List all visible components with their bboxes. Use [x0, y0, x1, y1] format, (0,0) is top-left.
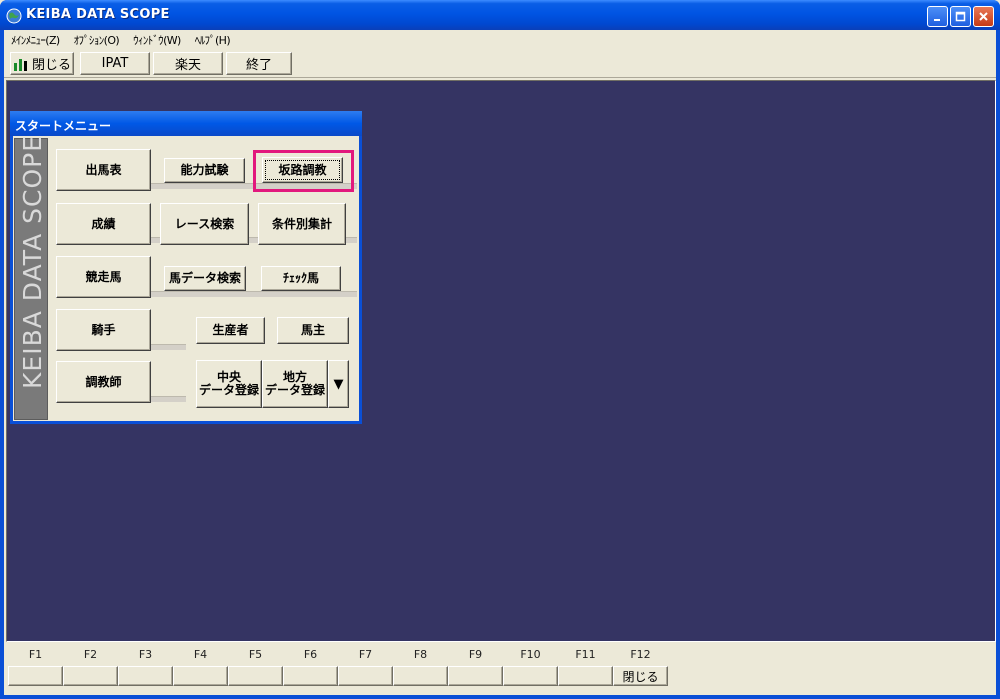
title-bar[interactable]: KEIBA DATA SCOPE [0, 0, 1000, 30]
f10-button[interactable] [503, 666, 558, 686]
close-icon [979, 12, 988, 21]
chuo-data-toroku-button[interactable]: 中央 データ登録 [196, 360, 262, 408]
f6-button[interactable] [283, 666, 338, 686]
fkey-label: F6 [303, 648, 318, 661]
fkey-label: F1 [28, 648, 43, 661]
seiseki-button[interactable]: 成績 [56, 203, 151, 245]
fkey-label: F8 [413, 648, 428, 661]
shelf [151, 344, 186, 350]
start-menu-title[interactable]: スタートメニュー [10, 111, 362, 136]
seisansha-button[interactable]: 生産者 [196, 317, 265, 344]
toolbar: 閉じる IPAT 楽天 終了 [4, 50, 996, 78]
ipat-button[interactable]: IPAT [80, 52, 150, 75]
f7-button[interactable] [338, 666, 393, 686]
menu-main[interactable]: ﾒｲﾝﾒﾆｭｰ(Z) [4, 32, 67, 48]
fkey-label: F11 [575, 648, 596, 661]
window-title: KEIBA DATA SCOPE [26, 7, 170, 22]
f5-button[interactable] [228, 666, 283, 686]
ipat-label: IPAT [101, 56, 129, 71]
start-menu-window: スタートメニュー KEIBA DATA SCOPE 出馬表 能力試験 坂路調教 … [10, 111, 362, 424]
toolbar-close-label: 閉じる [31, 58, 71, 73]
joken-shukei-button[interactable]: 条件別集計 [258, 203, 346, 245]
chiho-data-toroku-button[interactable]: 地方 データ登録 [262, 360, 328, 408]
noryoku-shiken-button[interactable]: 能力試験 [164, 158, 245, 183]
sakaro-chokyo-button[interactable]: 坂路調教 [262, 157, 343, 183]
maximize-icon [955, 11, 966, 22]
fkey-label: F2 [83, 648, 98, 661]
fkey-label: F10 [520, 648, 541, 661]
check-uma-button[interactable]: ﾁｪｯｸ馬 [261, 266, 341, 291]
mdi-workspace: スタートメニュー KEIBA DATA SCOPE 出馬表 能力試験 坂路調教 … [6, 80, 996, 642]
close-button[interactable] [973, 6, 994, 27]
kyosoba-button[interactable]: 競走馬 [56, 256, 151, 298]
f4-button[interactable] [173, 666, 228, 686]
shutsubahyo-button[interactable]: 出馬表 [56, 149, 151, 191]
toolbar-close-button[interactable]: 閉じる [10, 52, 74, 75]
banushi-button[interactable]: 馬主 [277, 317, 349, 344]
f11-button[interactable] [558, 666, 613, 686]
f8-button[interactable] [393, 666, 448, 686]
f2-button[interactable] [63, 666, 118, 686]
function-key-bar: F1 F2 F3 F4 F5 F6 F7 F8 F9 F10 F11 F12 閉… [4, 642, 996, 695]
rakuten-button[interactable]: 楽天 [153, 52, 223, 75]
uma-data-kensaku-button[interactable]: 馬データ検索 [164, 266, 246, 291]
bar-chart-icon [13, 58, 27, 71]
chuo-line2: データ登録 [198, 383, 259, 397]
menu-bar: ﾒｲﾝﾒﾆｭｰ(Z) ｵﾌﾟｼｮﾝ(O) ｳｨﾝﾄﾞｳ(W) ﾍﾙﾌﾟ(H) [4, 30, 996, 49]
rakuten-label: 楽天 [174, 58, 201, 73]
menu-help[interactable]: ﾍﾙﾌﾟ(H) [188, 32, 237, 48]
brand-strip: KEIBA DATA SCOPE [14, 135, 48, 420]
shelf [151, 396, 186, 402]
fkey-label: F7 [358, 648, 373, 661]
data-toroku-dropdown-button[interactable]: ▼ [328, 360, 349, 408]
fkey-label: F4 [193, 648, 208, 661]
globe-icon [6, 8, 22, 24]
exit-button[interactable]: 終了 [226, 52, 292, 75]
minimize-icon [934, 19, 940, 21]
shelf [151, 291, 357, 297]
brand-logo: KEIBA DATA SCOPE [18, 135, 47, 389]
chiho-line2: データ登録 [264, 383, 325, 397]
menu-option[interactable]: ｵﾌﾟｼｮﾝ(O) [67, 32, 126, 48]
fkey-label: F9 [468, 648, 483, 661]
minimize-button[interactable] [927, 6, 948, 27]
race-kensaku-button[interactable]: レース検索 [160, 203, 249, 245]
f12-close-button[interactable]: 閉じる [613, 666, 668, 686]
menu-window[interactable]: ｳｨﾝﾄﾞｳ(W) [126, 32, 188, 48]
f9-button[interactable] [448, 666, 503, 686]
app-window: KEIBA DATA SCOPE ﾒｲﾝﾒﾆｭｰ(Z) ｵﾌﾟｼｮﾝ(O) ｳｨ… [0, 0, 1000, 699]
kishu-button[interactable]: 騎手 [56, 309, 151, 351]
exit-label: 終了 [245, 58, 272, 73]
chokyoshi-button[interactable]: 調教師 [56, 361, 151, 403]
fkey-label: F5 [248, 648, 263, 661]
client-area: ﾒｲﾝﾒﾆｭｰ(Z) ｵﾌﾟｼｮﾝ(O) ｳｨﾝﾄﾞｳ(W) ﾍﾙﾌﾟ(H) 閉… [4, 30, 996, 695]
maximize-button[interactable] [950, 6, 971, 27]
fkey-label: F12 [630, 648, 651, 661]
f1-button[interactable] [8, 666, 63, 686]
fkey-label: F3 [138, 648, 153, 661]
f3-button[interactable] [118, 666, 173, 686]
